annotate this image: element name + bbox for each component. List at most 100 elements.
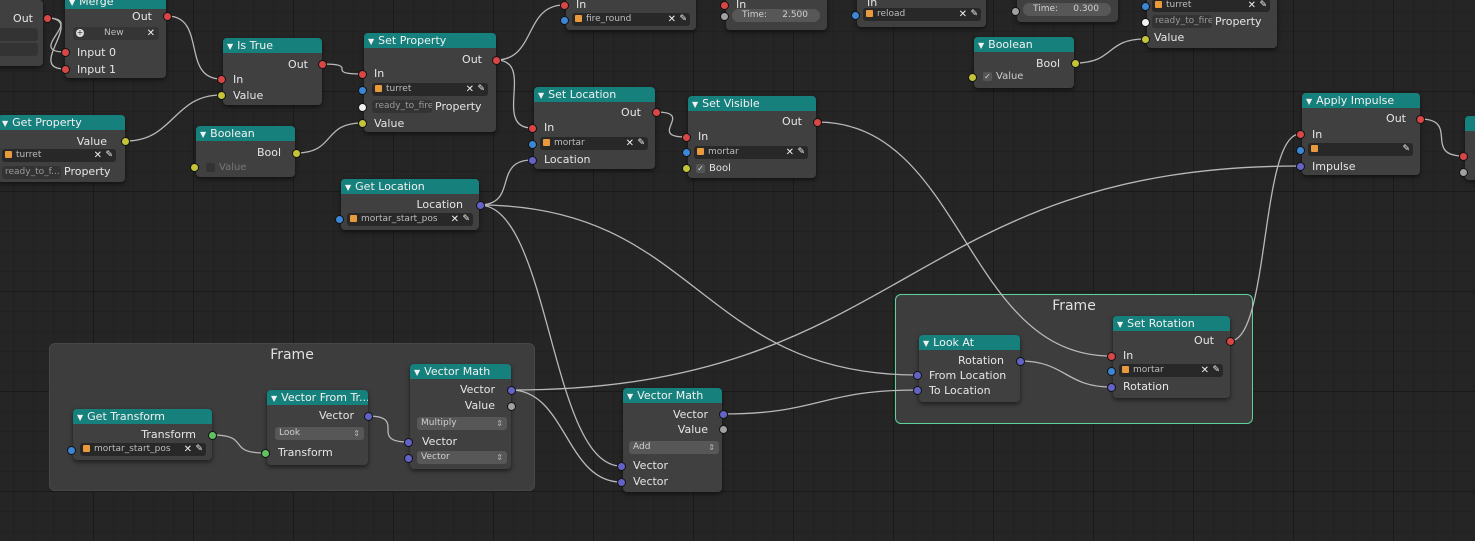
- property-name-field[interactable]: ready_to_fire: [1152, 15, 1212, 28]
- clear-x-icon[interactable]: ✕: [668, 13, 676, 26]
- object-field[interactable]: turret ✕ ✎: [2, 149, 116, 162]
- eyedropper-icon[interactable]: ✎: [637, 137, 645, 150]
- eyedropper-icon[interactable]: ✎: [195, 443, 203, 456]
- object-field[interactable]: mortar ✕ ✎: [694, 146, 808, 159]
- clear-x-icon[interactable]: ✕: [786, 146, 794, 159]
- node-apply-impulse[interactable]: ▼ Apply Impulse Out In ✎ Impulse: [1302, 93, 1420, 175]
- socket-vector-in[interactable]: [617, 462, 626, 471]
- node-get-location[interactable]: ▼ Get Location Location mortar_start_pos ✕…: [341, 179, 479, 230]
- socket-value[interactable]: [121, 137, 130, 146]
- socket-value[interactable]: [1141, 35, 1150, 44]
- node-link[interactable]: [321, 63, 363, 75]
- node-link[interactable]: [655, 111, 687, 138]
- socket-out[interactable]: [43, 14, 52, 23]
- node-timer-a[interactable]: In Time: 2.500: [726, 0, 827, 30]
- socket-out[interactable]: [813, 118, 822, 127]
- node-boolean-b[interactable]: ▼ Boolean Bool ✓ Value: [974, 37, 1074, 88]
- property-name-field[interactable]: ready_to_f...: [2, 166, 61, 179]
- operation-dropdown[interactable]: Multiply ⇕: [417, 417, 507, 430]
- collapse-arrow-icon[interactable]: ▼: [69, 0, 75, 7]
- node-set-property-b[interactable]: turret ✕ ✎ ready_to_fire Property Value: [1147, 0, 1277, 48]
- socket-in-2[interactable]: [1459, 168, 1468, 177]
- collapse-arrow-icon[interactable]: ▼: [538, 91, 544, 100]
- object-field[interactable]: mortar_start_pos ✕ ✎: [80, 443, 206, 456]
- collapse-arrow-icon[interactable]: ▼: [368, 37, 374, 46]
- socket-vector-out[interactable]: [719, 410, 728, 419]
- checkbox-icon[interactable]: ✓: [983, 72, 992, 81]
- checkbox-icon[interactable]: ✓: [206, 163, 215, 172]
- clear-x-icon[interactable]: ✕: [959, 8, 967, 21]
- socket-input1[interactable]: [61, 65, 70, 74]
- socket-in[interactable]: [528, 124, 537, 133]
- socket-out[interactable]: [318, 60, 327, 69]
- node-header[interactable]: ▼ Set Location: [534, 87, 655, 102]
- socket-value-in[interactable]: [968, 73, 977, 82]
- socket-object[interactable]: [1107, 367, 1116, 376]
- collapse-arrow-icon[interactable]: ▼: [1306, 97, 1312, 106]
- eyedropper-icon[interactable]: ✎: [797, 146, 805, 159]
- node-get-property[interactable]: ▼ Get Property Value turret ✕ ✎ ready_to_f.…: [0, 115, 125, 182]
- socket-out[interactable]: [652, 108, 661, 117]
- node-header[interactable]: ▼ Vector From Tr...: [267, 390, 368, 405]
- new-object-field[interactable]: + New ✕: [73, 27, 159, 40]
- clear-x-icon[interactable]: ✕: [147, 27, 155, 40]
- node-boolean-a[interactable]: ▼ Boolean Bool ✓ Value: [196, 126, 295, 177]
- node-link[interactable]: [478, 204, 918, 376]
- node-header[interactable]: ▼ Vector Math: [410, 364, 511, 379]
- object-field[interactable]: ✎: [1308, 143, 1413, 156]
- node-play-reload[interactable]: In reload ✕ ✎: [857, 0, 986, 27]
- socket-out[interactable]: [1226, 337, 1235, 346]
- time-field[interactable]: Time: 2.500: [732, 9, 820, 22]
- node-header[interactable]: [1465, 116, 1475, 131]
- socket-object[interactable]: [358, 86, 367, 95]
- node-link[interactable]: [166, 15, 222, 80]
- clear-x-icon[interactable]: ✕: [94, 149, 102, 162]
- socket-in[interactable]: [1459, 152, 1468, 161]
- socket-vector-in-2[interactable]: [617, 478, 626, 487]
- node-vector-math-multiply[interactable]: ▼ Vector Math Vector Value Multiply ⇕ Vect…: [410, 364, 511, 469]
- socket-in[interactable]: [217, 75, 226, 84]
- partial-node-left[interactable]: Out: [0, 0, 43, 66]
- mode-dropdown[interactable]: Look ⇕: [275, 427, 364, 440]
- node-link[interactable]: [1074, 38, 1146, 64]
- node-vector-math-add[interactable]: ▼ Vector Math Vector Value Add ⇕ Vector Ve…: [623, 388, 722, 492]
- collapse-arrow-icon[interactable]: ▼: [271, 394, 277, 403]
- node-header[interactable]: ▼ Set Rotation: [1113, 316, 1230, 331]
- partial-field-2[interactable]: [0, 43, 38, 56]
- socket-vector[interactable]: [364, 412, 373, 421]
- node-header[interactable]: ▼ Apply Impulse: [1302, 93, 1420, 108]
- socket-location[interactable]: [528, 156, 537, 165]
- object-field[interactable]: turret ✕ ✎: [1152, 0, 1270, 12]
- socket-object[interactable]: [560, 16, 569, 25]
- collapse-arrow-icon[interactable]: ▼: [627, 392, 633, 401]
- socket-rotation-out[interactable]: [1016, 357, 1025, 366]
- node-play-fire[interactable]: In fire_round ✕ ✎: [566, 0, 696, 30]
- socket-object[interactable]: [1141, 2, 1150, 11]
- node-header[interactable]: ▼ Look At: [919, 335, 1020, 350]
- property-name-field[interactable]: ready_to_fire: [372, 100, 432, 113]
- socket-vector-in[interactable]: [404, 438, 413, 447]
- socket-vector-out[interactable]: [507, 386, 516, 395]
- node-look-at[interactable]: ▼ Look At Rotation From Location To Locat…: [919, 335, 1020, 402]
- object-field[interactable]: mortar ✕ ✎: [1119, 364, 1223, 377]
- node-vector-from-transform[interactable]: ▼ Vector From Tr... Vector Look ⇕ Transfor…: [267, 390, 368, 465]
- node-set-visible[interactable]: ▼ Set Visible Out In mortar ✕ ✎ ✓ Bool: [688, 96, 816, 178]
- socket-in[interactable]: [1107, 352, 1116, 361]
- node-link[interactable]: [722, 389, 918, 415]
- socket-in[interactable]: [358, 70, 367, 79]
- partial-field-1[interactable]: [0, 28, 38, 41]
- node-link[interactable]: [295, 122, 363, 154]
- socket-object[interactable]: [335, 215, 344, 224]
- node-timer-b[interactable]: Time: 0.300: [1017, 0, 1118, 22]
- socket-rotation[interactable]: [1107, 383, 1116, 392]
- time-field[interactable]: Time: 0.300: [1023, 3, 1111, 16]
- socket-time[interactable]: [720, 12, 729, 21]
- node-header[interactable]: ▼ Set Property: [364, 33, 496, 48]
- node-header[interactable]: ▼ Is True: [223, 38, 322, 53]
- socket-transform-in[interactable]: [261, 449, 270, 458]
- checkbox-icon[interactable]: ✓: [696, 164, 705, 173]
- node-set-location[interactable]: ▼ Set Location Out In mortar ✕ ✎ Location: [534, 87, 655, 169]
- collapse-arrow-icon[interactable]: ▼: [2, 119, 8, 128]
- clear-x-icon[interactable]: ✕: [626, 137, 634, 150]
- object-field[interactable]: turret ✕ ✎: [372, 83, 488, 96]
